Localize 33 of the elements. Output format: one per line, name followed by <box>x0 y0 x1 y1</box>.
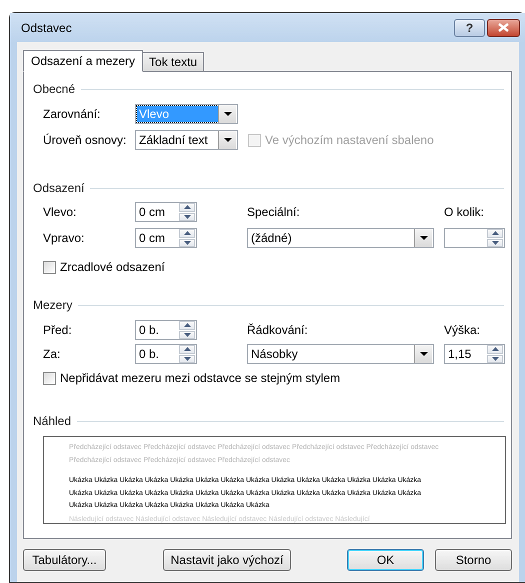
field-label: Za: <box>43 346 62 363</box>
section-heading: Náhled <box>33 413 72 430</box>
checkbox-label: Zrcadlové odsazení <box>60 259 165 276</box>
field-label: Zarovnání: <box>43 106 102 123</box>
dropdown-field[interactable]: Základní text <box>135 130 238 150</box>
help-button[interactable]: ? <box>454 18 485 36</box>
section-heading: Odsazení <box>33 180 86 197</box>
dialog-button[interactable]: OK <box>347 549 424 571</box>
dialog-button[interactable]: Tabulátory... <box>23 549 106 571</box>
checkbox-label: Nepřidávat mezeru mezi odstavce se stejným stylem <box>60 370 340 387</box>
section-heading: Mezery <box>33 297 74 314</box>
field-label: Úroveň osnovy: <box>43 132 128 149</box>
field-label: Výška: <box>444 322 482 339</box>
dialog-button[interactable]: Storno <box>435 549 512 571</box>
spin-field[interactable]: 1,15 <box>444 344 505 364</box>
field-label: Řádkování: <box>247 322 309 339</box>
dialog-button[interactable]: Nastavit jako výchozí <box>163 549 291 571</box>
field-label: Vpravo: <box>43 230 86 247</box>
field-label: Před: <box>43 322 73 339</box>
spin-field[interactable]: 0 b. <box>135 344 197 364</box>
tab[interactable]: Tok textu <box>142 52 204 72</box>
tab[interactable]: Odsazení a mezery <box>23 50 144 72</box>
section-heading: Obecné <box>33 81 76 98</box>
spin-field[interactable]: 0 cm <box>135 202 197 222</box>
field-label: O kolik: <box>444 204 486 221</box>
field-label: Vlevo: <box>43 204 78 221</box>
spin-field[interactable]: 0 cm <box>135 228 197 248</box>
dropdown-field[interactable]: Násobky <box>247 344 434 364</box>
window-title: Odstavec <box>21 20 72 36</box>
checkbox-label: Ve výchozím nastavení sbaleno <box>265 132 434 149</box>
dropdown-field[interactable]: (žádné) <box>247 228 434 248</box>
spin-field[interactable]: 0 b. <box>135 320 197 340</box>
field-label: Speciální: <box>247 204 301 221</box>
